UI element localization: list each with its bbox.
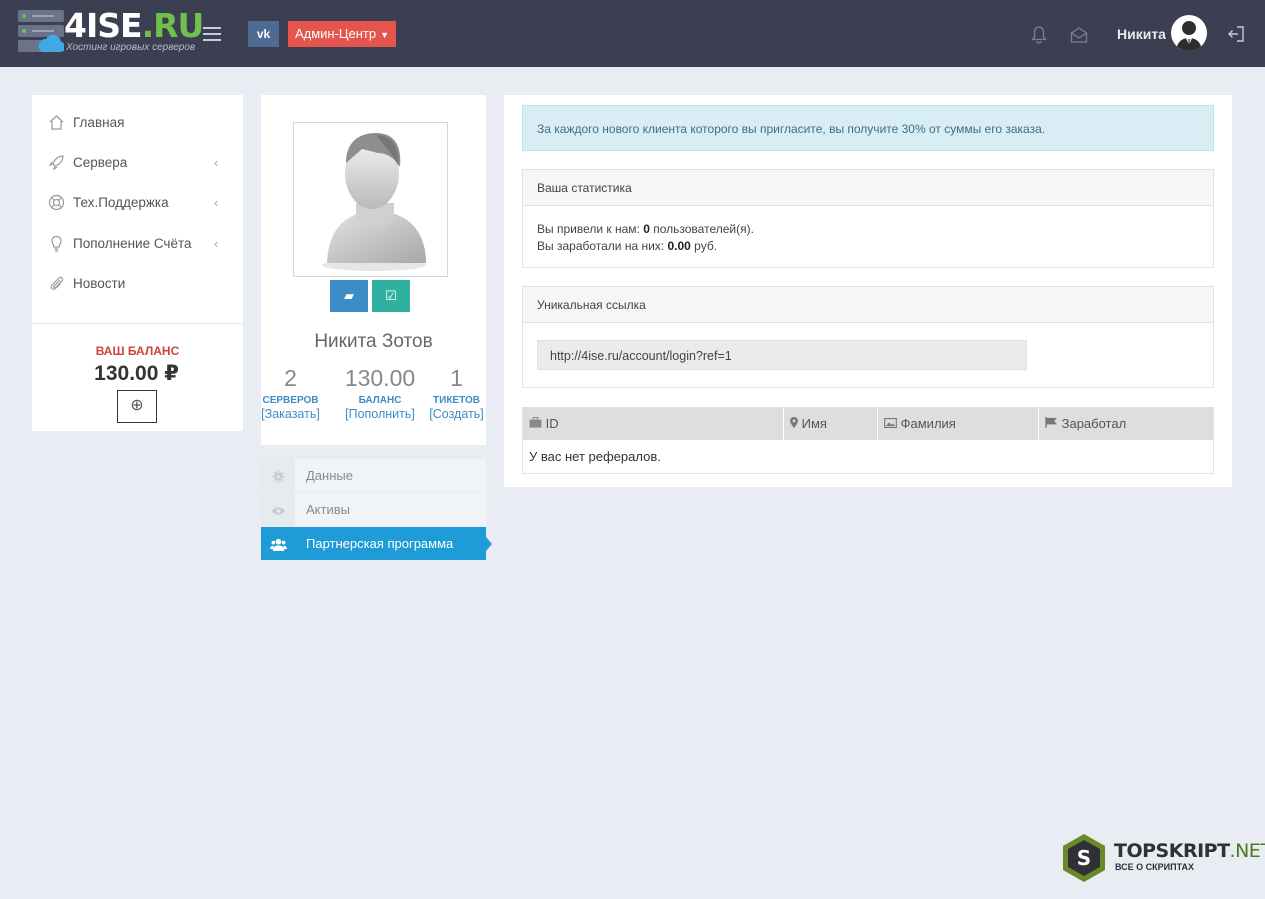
sidebar-item-news[interactable]: Новости [32,264,243,304]
envelope-icon[interactable] [1070,26,1088,44]
stat-tickets: 1 ТИКЕТОВ [Создать] [427,365,486,421]
earned-line: Вы заработали на них: 0.00 руб. [537,239,718,253]
column-header: Фамилия [878,408,1039,440]
chevron-left-icon: ‹ [214,236,219,251]
stat-value: 130.00 [344,365,416,391]
lifebuoy-icon [48,194,65,211]
link-panel: Уникальная ссылка http://4ise.ru/account… [522,286,1214,388]
profile-menu-label: Партнерская программа [306,536,454,551]
sidebar-item-topup[interactable]: Пополнение Счёта ‹ [32,224,243,264]
rocket-icon [48,155,64,171]
sidebar-item-label: Пополнение Счёта [73,236,192,251]
users-icon [261,527,295,560]
referrals-table: ID Имя Фамилия Заработал У вас нет рефер… [522,407,1214,474]
logout-icon[interactable] [1227,25,1245,43]
sidebar-item-label: Тех.Поддержка [73,195,169,210]
topskript-logo-icon: S [1063,834,1105,882]
user-silhouette-icon [1176,21,1202,51]
svg-text:S: S [1077,846,1091,870]
lightbulb-icon [51,235,62,252]
panel-body: http://4ise.ru/account/login?ref=1 [523,323,1213,385]
image-icon [884,418,897,429]
user-name[interactable]: Никита [1117,26,1166,42]
referred-count-line: Вы привели к нам: 0 пользователей(я). [537,222,754,236]
eye-icon [261,493,295,526]
balance-title: ВАШ БАЛАНС [95,344,180,358]
home-icon [49,115,64,130]
logo[interactable]: 4ISE.RU Хостинг игровых серверов [18,6,204,58]
profile-card: ▰ ☑ Никита Зотов 2 СЕРВЕРОВ [Заказать] 1… [261,95,486,445]
sidebar-item-label: Новости [73,276,126,291]
menu-icon[interactable] [203,27,221,41]
profile-menu-label: Данные [306,468,353,483]
watermark-title: TOPSKRIPT.NET [1114,840,1265,862]
column-header: Заработал [1039,408,1213,440]
default-avatar-icon [322,133,426,271]
gear-icon [261,459,295,492]
folder-open-icon: ▰ [344,288,354,303]
paperclip-icon [50,276,64,290]
topup-link[interactable]: [Пополнить] [341,407,419,421]
stat-caption: СЕРВЕРОВ [262,395,319,406]
sidebar-item-home[interactable]: Главная [32,103,243,143]
info-alert: За каждого нового клиента которого вы пр… [522,105,1214,151]
panel-title: Ваша статистика [523,170,1213,206]
profile-name: Никита Зотов [314,331,433,352]
topskript-watermark: S TOPSKRIPT.NET ВСЕ О СКРИПТАХ [1058,832,1265,884]
profile-photo [293,122,448,277]
stats-panel: Ваша статистика Вы привели к нам: 0 поль… [522,169,1214,268]
chevron-down-icon: ▼ [380,30,390,40]
sidebar: Главная Сервера ‹ Тех.Поддержка ‹ Пополн… [32,95,243,431]
watermark-subtitle: ВСЕ О СКРИПТАХ [1115,862,1195,872]
divider [32,323,243,324]
chevron-left-icon: ‹ [214,195,219,210]
sidebar-item-support[interactable]: Тех.Поддержка ‹ [32,183,243,223]
stat-servers: 2 СЕРВЕРОВ [Заказать] [261,365,320,421]
balance-value: 130.00 ₽ [94,362,179,385]
check-button[interactable]: ☑ [372,280,410,312]
vk-button[interactable]: vk [248,21,279,47]
table-header: ID Имя Фамилия Заработал [523,408,1213,440]
table-empty-row: У вас нет рефералов. [523,440,783,473]
chevron-left-icon: ‹ [214,155,219,170]
stat-caption: ТИКЕТОВ [433,395,480,406]
flag-icon [1045,417,1057,428]
panel-body: Вы привели к нам: 0 пользователей(я). Вы… [523,206,1213,270]
stat-balance: 130.00 БАЛАНС [Пополнить] [341,365,419,421]
check-square-icon: ☑ [385,288,397,303]
column-header: Имя [784,408,878,440]
logo-text: 4ISE.RU [64,6,204,45]
sidebar-item-label: Сервера [73,155,128,170]
add-balance-button[interactable]: ⊕ [117,390,157,423]
profile-menu-partner[interactable]: Партнерская программа [261,527,492,560]
profile-menu-label: Активы [306,502,350,517]
sidebar-item-label: Главная [73,115,125,130]
bell-icon[interactable] [1031,26,1047,44]
admin-center-button[interactable]: Админ-Центр ▼ [288,21,396,47]
main-content: За каждого нового клиента которого вы пр… [504,95,1232,487]
server-stack-icon [18,10,64,53]
stat-value: 2 [284,365,297,391]
create-ticket-link[interactable]: [Создать] [427,407,486,421]
admin-center-label: Админ-Центр [294,26,377,41]
top-bar: 4ISE.RU Хостинг игровых серверов vk Адми… [0,0,1265,67]
profile-menu-assets[interactable]: Активы [261,493,486,526]
panel-title: Уникальная ссылка [523,287,1213,323]
referral-link-field[interactable]: http://4ise.ru/account/login?ref=1 [537,340,1027,370]
logo-subtitle: Хостинг игровых серверов [66,42,196,53]
sidebar-item-servers[interactable]: Сервера ‹ [32,143,243,183]
column-header: ID [523,408,784,440]
plus-circle-icon: ⊕ [130,397,144,414]
map-marker-icon [790,417,798,428]
briefcase-icon [529,416,542,428]
folder-button[interactable]: ▰ [330,280,368,312]
order-server-link[interactable]: [Заказать] [261,407,320,421]
profile-menu-data[interactable]: Данные [261,459,486,492]
stat-value: 1 [450,365,463,391]
avatar[interactable] [1171,15,1207,51]
stat-caption: БАЛАНС [358,395,402,406]
